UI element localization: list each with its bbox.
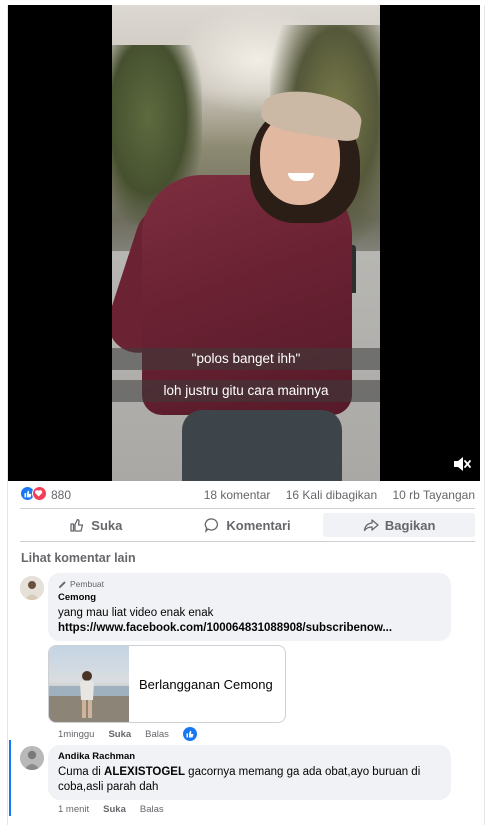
video-subtitle: "polos banget ihh" (112, 348, 380, 370)
comment-text: Cuma di ALEXISTOGEL gacornya memang ga a… (58, 765, 441, 795)
author-badge-label: Pembuat (70, 579, 105, 589)
comment-text: yang mau liat video enak enak (58, 607, 214, 619)
post-stats: 880 18 komentar 16 Kali dibagikan 10 rb … (20, 485, 475, 503)
comment-reply-button[interactable]: Balas (140, 804, 164, 815)
share-arrow-icon (363, 519, 379, 532)
avatar[interactable] (20, 746, 44, 770)
comment-button[interactable]: Komentari (172, 509, 324, 541)
link-preview-card[interactable]: Berlangganan Cemong (48, 645, 286, 723)
share-button[interactable]: Bagikan (323, 513, 476, 537)
speech-bubble-icon (205, 518, 219, 533)
comment-highlight-bar (9, 740, 11, 816)
comment-author[interactable]: Cemong (58, 592, 441, 603)
comment-like-button[interactable]: Suka (108, 729, 131, 740)
share-button-label: Bagikan (384, 517, 436, 533)
link-preview-image (49, 646, 129, 722)
like-icon[interactable] (182, 727, 197, 741)
author-badge: Pembuat (58, 579, 441, 589)
shares-count[interactable]: 16 Kali dibagikan (286, 488, 377, 502)
post-action-bar: Suka Komentari Bagikan (20, 508, 476, 542)
reactions-count[interactable]: 880 (51, 488, 71, 502)
video-subtitle: loh justru gitu cara mainnya (112, 380, 380, 402)
comment-meta: 1minggu Suka Balas (58, 727, 197, 741)
comment-author[interactable]: Andika Rachman (58, 751, 441, 762)
comment-text-bold: ALEXISTOGEL (104, 766, 185, 778)
like-button-label: Suka (91, 517, 123, 533)
avatar[interactable] (20, 576, 44, 600)
video-figure-smile (288, 173, 314, 181)
comment-timestamp[interactable]: 1 menit (58, 804, 89, 815)
comment-bubble: Pembuat Cemong yang mau liat video enak … (48, 573, 451, 641)
views-count: 10 rb Tayangan (392, 488, 475, 502)
comment-like-button[interactable]: Suka (103, 804, 126, 815)
view-more-comments-link[interactable]: Lihat komentar lain (21, 551, 136, 565)
comment-bubble: Andika Rachman Cuma di ALEXISTOGEL gacor… (48, 745, 451, 800)
like-button[interactable]: Suka (20, 509, 172, 541)
comment-meta: 1 menit Suka Balas (58, 804, 164, 815)
comment-timestamp[interactable]: 1minggu (58, 729, 94, 740)
comments-count[interactable]: 18 komentar (204, 488, 271, 502)
video-frame (112, 5, 380, 481)
comment-link[interactable]: https://www.facebook.com/100064831088908… (58, 621, 441, 636)
comment-text-part: Cuma di (58, 766, 105, 778)
comment-reply-button[interactable]: Balas (145, 729, 169, 740)
love-reaction-icon[interactable] (32, 486, 47, 501)
video-player[interactable]: "polos banget ihh" loh justru gitu cara … (8, 5, 480, 481)
thumbs-up-icon (70, 518, 84, 532)
volume-muted-icon[interactable] (452, 455, 472, 473)
comment-button-label: Komentari (226, 517, 291, 533)
pencil-icon (58, 580, 66, 588)
link-preview-title[interactable]: Berlangganan Cemong (139, 677, 273, 692)
video-figure-pants (182, 410, 342, 481)
